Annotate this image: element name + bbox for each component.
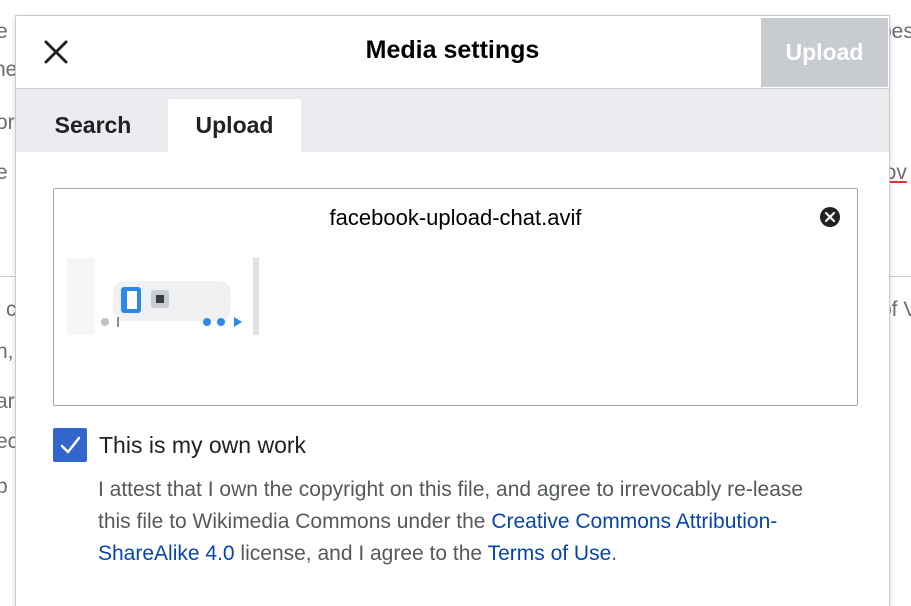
background-text-fragment: p xyxy=(0,475,8,499)
upload-button[interactable]: Upload xyxy=(761,18,888,87)
checkmark-icon xyxy=(59,434,81,456)
dialog-header: Media settings Upload xyxy=(16,16,889,89)
file-name: facebook-upload-chat.avif xyxy=(54,205,857,231)
copyright-attestation: I attest that I own the copyright on thi… xyxy=(98,474,818,570)
tab-bar: Search Upload xyxy=(16,89,889,152)
background-text-fragment: ar xyxy=(0,390,15,414)
own-work-checkbox[interactable] xyxy=(53,428,87,462)
attestation-text: . xyxy=(611,542,617,565)
remove-file-button[interactable] xyxy=(819,206,841,228)
thumbnail-image xyxy=(67,258,259,335)
media-settings-dialog: Media settings Upload Search Upload face… xyxy=(15,15,890,606)
background-text-fragment: e xyxy=(0,161,8,185)
terms-of-use-link[interactable]: Terms of Use xyxy=(488,542,612,565)
tab-upload[interactable]: Upload xyxy=(168,99,301,152)
own-work-label[interactable]: This is my own work xyxy=(99,432,306,459)
dialog-title: Media settings xyxy=(16,36,889,65)
attestation-text: license, and I agree to the xyxy=(235,542,488,565)
background-text-fragment: or xyxy=(0,111,15,135)
own-work-row: This is my own work xyxy=(53,427,306,463)
tab-search[interactable]: Search xyxy=(34,99,152,152)
background-text-fragment: n, xyxy=(0,340,14,364)
clear-icon xyxy=(819,206,841,228)
background-text-fragment: e xyxy=(0,20,8,44)
file-thumbnail xyxy=(67,258,259,335)
file-preview-box: facebook-upload-chat.avif xyxy=(53,188,858,406)
